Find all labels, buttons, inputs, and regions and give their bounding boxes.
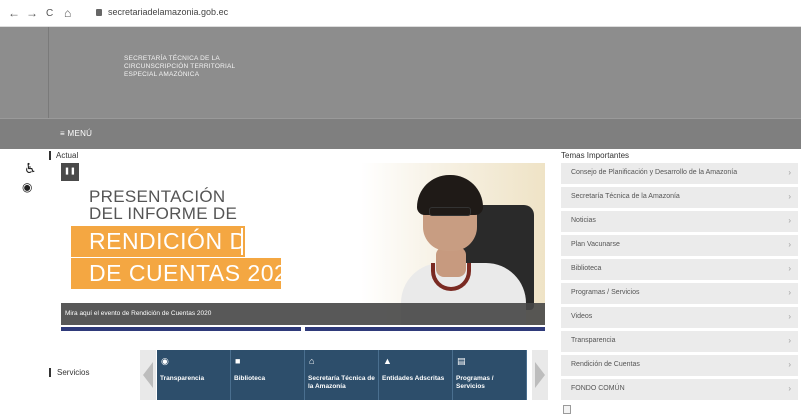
tema-label: Transparencia <box>571 337 616 344</box>
browser-toolbar: ← → C ⌂ secretariadelamazonia.gob.ec <box>0 0 801 27</box>
tema-label: Rendición de Cuentas <box>571 361 640 368</box>
tema-link[interactable]: Rendición de Cuentas › <box>561 355 798 376</box>
chevron-right-icon: › <box>788 216 791 225</box>
chevron-right-icon: › <box>788 240 791 249</box>
actual-label: Actual <box>56 151 79 160</box>
pause-button[interactable]: ❚❚ <box>61 163 79 181</box>
tema-link[interactable]: Consejo de Planificación y Desarrollo de… <box>561 163 798 184</box>
chevron-right-icon: › <box>788 360 791 369</box>
service-transparencia[interactable]: ◉ Transparencia <box>157 350 231 400</box>
tema-label: Programas / Servicios <box>571 289 640 296</box>
news-banner[interactable]: ❚❚ PRESENTACIÓN DEL INFORME DE RENDICIÓN… <box>61 163 545 325</box>
logo-line-3: ESPECIAL AMAZÓNICA <box>124 71 200 78</box>
forward-arrow-icon[interactable]: → <box>26 6 38 20</box>
broken-image-icon <box>563 405 571 414</box>
tema-label: Noticias <box>571 217 596 224</box>
chevron-right-icon: › <box>788 336 791 345</box>
menu-button[interactable]: ≡ MENÚ <box>60 129 92 138</box>
banner-highlight-1: RENDICIÓN DE <box>71 226 262 257</box>
chevron-right-icon: › <box>788 312 791 321</box>
site-logo[interactable]: SECRETARÍA TÉCNICA DE LA CIRCUNSCRIPCIÓN… <box>124 55 235 79</box>
service-label: Entidades Adscritas <box>382 375 445 382</box>
section-marker <box>49 151 51 160</box>
servicios-label: Servicios <box>57 368 90 377</box>
service-label: Programas / Servicios <box>456 375 494 390</box>
service-programas[interactable]: ▤ Programas / Servicios <box>453 350 527 400</box>
tema-link[interactable]: Plan Vacunarse › <box>561 235 798 256</box>
slide-indicator-1[interactable] <box>61 327 301 331</box>
comment-icon: ■ <box>235 356 241 366</box>
tema-link[interactable]: Biblioteca › <box>561 259 798 280</box>
home-icon: ⌂ <box>309 356 315 366</box>
service-label: Biblioteca <box>234 375 266 382</box>
service-biblioteca[interactable]: ■ Biblioteca <box>231 350 305 400</box>
banner-highlight-2: DE CUENTAS 2020 <box>71 258 300 289</box>
building-icon: ▲ <box>383 356 392 366</box>
temas-title: Temas Importantes <box>561 151 630 160</box>
tema-label: Plan Vacunarse <box>571 241 620 248</box>
menu-bar: ≡ MENÚ <box>0 118 801 149</box>
accessibility-icon[interactable]: ♿ <box>24 160 37 177</box>
tema-label: FONDO COMÚN <box>571 385 625 392</box>
tema-link[interactable]: Secretaría Técnica de la Amazonía › <box>561 187 798 208</box>
chevron-right-icon: › <box>788 384 791 393</box>
site-header <box>0 27 801 118</box>
chevron-right-icon: › <box>788 168 791 177</box>
glasses <box>429 207 471 216</box>
logo-line-2: CIRCUNSCRIPCIÓN TERRITORIAL <box>124 63 236 70</box>
chevron-right-icon: › <box>788 192 791 201</box>
carousel-next-button[interactable] <box>532 350 548 400</box>
service-secretaria[interactable]: ⌂ Secretaría Técnica de la Amazonía <box>305 350 379 400</box>
banner-frame <box>221 226 245 257</box>
banner-caption-bar[interactable]: Mira aquí el evento de Rendición de Cuen… <box>61 303 545 325</box>
url-field[interactable]: secretariadelamazonia.gob.ec <box>108 7 228 17</box>
eye-icon: ◉ <box>161 356 169 366</box>
chevron-right-icon: › <box>788 288 791 297</box>
list-icon: ▤ <box>457 356 466 366</box>
lock-icon <box>96 9 102 16</box>
back-arrow-icon[interactable]: ← <box>8 6 20 20</box>
tema-link[interactable]: Programas / Servicios › <box>561 283 798 304</box>
services-carousel: ◉ Transparencia ■ Biblioteca ⌂ Secretarí… <box>140 350 550 400</box>
tema-link[interactable]: FONDO COMÚN › <box>561 379 798 400</box>
reload-icon[interactable]: C <box>46 7 53 21</box>
tema-label: Videos <box>571 313 593 320</box>
chevron-left-icon <box>143 362 153 388</box>
tema-link[interactable]: Noticias › <box>561 211 798 232</box>
chevron-right-icon <box>535 362 545 388</box>
tema-label: Secretaría Técnica de la Amazonía <box>571 193 680 200</box>
logo-line-1: SECRETARÍA TÉCNICA DE LA <box>124 55 220 62</box>
tema-link[interactable]: Transparencia › <box>561 331 798 352</box>
carousel-prev-button[interactable] <box>140 350 156 400</box>
service-label: Secretaría Técnica de la Amazonía <box>308 375 375 390</box>
slider-indicators <box>61 327 545 332</box>
tema-link[interactable]: Videos › <box>561 307 798 328</box>
chevron-right-icon: › <box>788 264 791 273</box>
tema-label: Biblioteca <box>571 265 602 272</box>
service-entidades[interactable]: ▲ Entidades Adscritas <box>379 350 453 400</box>
slide-indicator-2[interactable] <box>305 327 545 331</box>
banner-caption: Mira aquí el evento de Rendición de Cuen… <box>65 310 212 317</box>
service-label: Transparencia <box>160 375 205 382</box>
tema-label: Consejo de Planificación y Desarrollo de… <box>571 169 738 176</box>
visibility-eye-icon[interactable]: ◉ <box>22 180 32 194</box>
home-icon[interactable]: ⌂ <box>64 6 71 20</box>
banner-title-line-2: DEL INFORME DE <box>89 204 238 223</box>
section-marker <box>49 368 51 377</box>
